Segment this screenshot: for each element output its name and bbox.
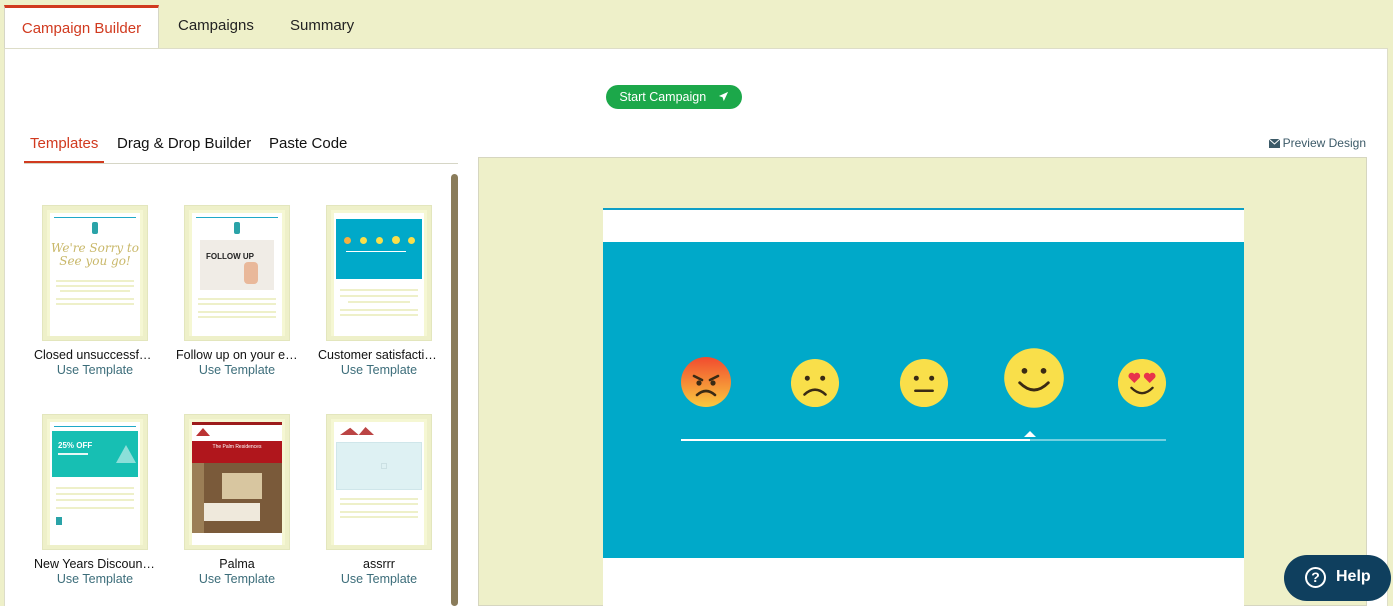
- use-template-link[interactable]: Use Template: [30, 363, 160, 377]
- tab-drag-drop-builder[interactable]: Drag & Drop Builder: [117, 135, 251, 161]
- template-thumbnail[interactable]: FOLLOW UP: [185, 206, 289, 340]
- template-list-scrollbar[interactable]: [451, 174, 458, 606]
- tab-summary[interactable]: Summary: [275, 5, 369, 49]
- template-card[interactable]: assrrr Use Template: [314, 415, 444, 586]
- rating-slider[interactable]: [681, 431, 1166, 441]
- template-card[interactable]: The Palm Residences Palma Use Template: [172, 415, 302, 586]
- template-thumbnail[interactable]: The Palm Residences: [185, 415, 289, 549]
- template-name: assrrr: [363, 557, 395, 571]
- template-name: Closed unsuccessful...: [34, 348, 160, 362]
- smiling-face-icon[interactable]: [1003, 347, 1065, 409]
- start-campaign-label: Start Campaign: [619, 90, 707, 104]
- rating-slider-fill: [681, 439, 1030, 441]
- template-card[interactable]: We're Sorry to See you go! Closed unsucc…: [30, 206, 160, 377]
- use-template-link[interactable]: Use Template: [30, 572, 160, 586]
- help-button[interactable]: ? Help: [1284, 555, 1391, 601]
- tab-campaigns[interactable]: Campaigns: [163, 5, 269, 49]
- use-template-link[interactable]: Use Template: [172, 572, 302, 586]
- preview-design-link[interactable]: Preview Design: [1268, 136, 1366, 150]
- template-thumbnail[interactable]: We're Sorry to See you go!: [43, 206, 147, 340]
- help-label: Help: [1336, 568, 1371, 585]
- use-template-link[interactable]: Use Template: [314, 363, 444, 377]
- template-thumb-text: 25% OFF: [58, 441, 93, 450]
- rating-banner: [603, 242, 1244, 558]
- frowning-face-icon[interactable]: [790, 358, 840, 408]
- paper-plane-icon: [718, 91, 728, 102]
- template-thumb-text: The Palm Residences: [212, 444, 262, 450]
- template-thumb-text: FOLLOW UP: [206, 252, 254, 261]
- template-name: Follow up on your en...: [176, 348, 302, 362]
- email-preview: [603, 208, 1244, 606]
- template-thumb-text: We're Sorry to See you go!: [51, 241, 139, 268]
- tab-templates[interactable]: Templates: [24, 135, 105, 163]
- preview-design-label: Preview Design: [1282, 136, 1366, 150]
- template-name: Customer satisfactio...: [318, 348, 442, 362]
- start-campaign-button[interactable]: Start Campaign: [606, 85, 742, 109]
- question-icon: ?: [1305, 567, 1326, 588]
- template-list: We're Sorry to See you go! Closed unsucc…: [24, 172, 458, 606]
- template-thumbnail[interactable]: [327, 206, 431, 340]
- heart-eyes-face-icon[interactable]: [1117, 358, 1167, 408]
- envelope-icon: [1268, 138, 1280, 148]
- template-thumbnail[interactable]: [327, 415, 431, 549]
- tab-paste-code[interactable]: Paste Code: [269, 135, 347, 161]
- template-name: Palma: [219, 557, 255, 571]
- top-tab-bar: Campaign Builder Campaigns Summary: [0, 0, 1393, 50]
- template-card[interactable]: 25% OFF New Years Discount ... Use Templ…: [30, 415, 160, 586]
- tab-campaign-builder[interactable]: Campaign Builder: [4, 5, 159, 50]
- template-card[interactable]: Customer satisfactio... Use Template: [314, 206, 444, 377]
- use-template-link[interactable]: Use Template: [314, 572, 444, 586]
- builder-sub-tabs: Templates Drag & Drop Builder Paste Code: [24, 128, 458, 164]
- design-preview-canvas: [478, 157, 1367, 606]
- template-thumbnail[interactable]: 25% OFF: [43, 415, 147, 549]
- use-template-link[interactable]: Use Template: [172, 363, 302, 377]
- rating-slider-pointer[interactable]: [1024, 431, 1036, 437]
- angry-face-icon[interactable]: [680, 356, 732, 408]
- neutral-face-icon[interactable]: [899, 358, 949, 408]
- template-name: New Years Discount ...: [34, 557, 160, 571]
- template-card[interactable]: FOLLOW UP Follow up on your en... Use Te…: [172, 206, 302, 377]
